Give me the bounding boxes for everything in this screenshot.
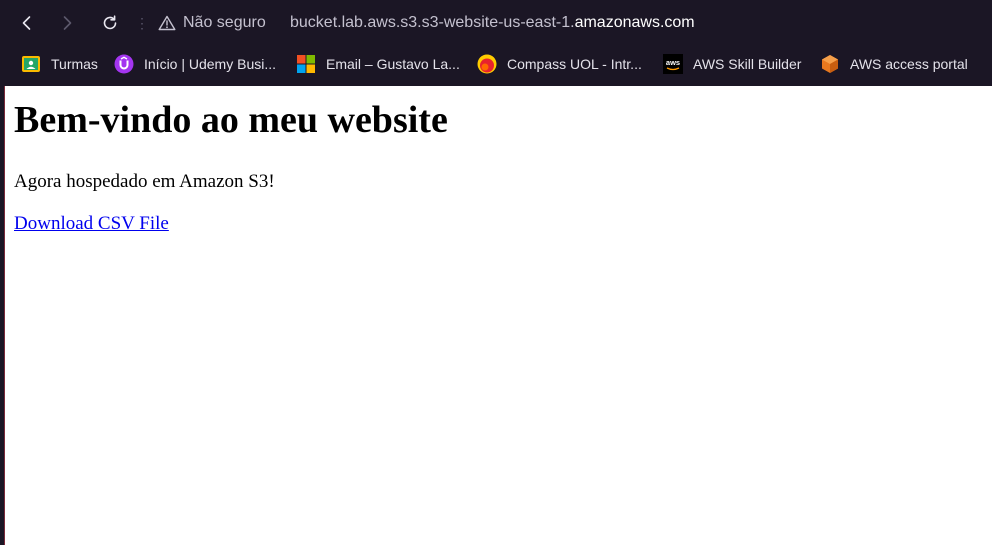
- aws-icon: aws: [663, 54, 683, 74]
- reload-button[interactable]: [94, 7, 126, 39]
- bookmark-udemy[interactable]: Início | Udemy Busi...: [114, 52, 276, 76]
- page-paragraph: Agora hospedado em Amazon S3!: [14, 171, 275, 192]
- bookmark-label: Início | Udemy Busi...: [144, 56, 277, 72]
- bookmark-aws-access-portal[interactable]: AWS access portal: [820, 52, 968, 76]
- back-button[interactable]: [11, 7, 43, 39]
- compass-uol-icon: [477, 54, 497, 74]
- url-prefix: bucket.lab.aws.s3.s3-website-us-east-1.: [290, 14, 575, 31]
- bookmark-label: AWS Skill Builder: [693, 56, 802, 72]
- bookmark-label: Email – Gustavo La...: [326, 56, 460, 72]
- url-text[interactable]: bucket.lab.aws.s3.s3-website-us-east-1. a…: [290, 4, 695, 42]
- address-bar[interactable]: Não seguro bucket.lab.aws.s3.s3-website-…: [150, 4, 980, 42]
- download-csv-link[interactable]: Download CSV File: [14, 212, 169, 236]
- navigation-bar: ⋮ Não seguro bucket.lab.aws.s3.s3-websit…: [0, 0, 992, 46]
- back-arrow-icon: [22, 16, 31, 30]
- bookmark-compass-uol[interactable]: Compass UOL - Intr...: [477, 52, 642, 76]
- forward-arrow-icon: [63, 16, 72, 30]
- aws-cube-icon: [822, 55, 838, 73]
- url-domain: amazonaws.com: [574, 14, 695, 31]
- svg-text:aws: aws: [666, 58, 680, 67]
- warning-triangle-icon: [158, 15, 176, 31]
- udemy-icon: [114, 54, 134, 74]
- page-heading: Bem-vindo ao meu website: [14, 99, 448, 141]
- forward-button[interactable]: [51, 7, 83, 39]
- reload-icon: [103, 15, 117, 30]
- bookmark-email[interactable]: Email – Gustavo La...: [296, 52, 460, 76]
- google-classroom-icon: [22, 56, 40, 72]
- page-content: Bem-vindo ao meu website Agora hospedado…: [14, 86, 448, 236]
- browser-chrome: ⋮ Não seguro bucket.lab.aws.s3.s3-websit…: [0, 0, 992, 86]
- security-indicator[interactable]: Não seguro: [158, 4, 266, 42]
- bookmark-label: Turmas: [51, 56, 98, 72]
- page-viewport: Bem-vindo ao meu website Agora hospedado…: [4, 86, 992, 545]
- bookmark-turmas[interactable]: Turmas: [21, 52, 98, 76]
- security-label: Não seguro: [183, 14, 266, 31]
- toolbar-separator: ⋮: [135, 15, 149, 31]
- bookmark-label: Compass UOL - Intr...: [507, 56, 642, 72]
- bookmark-aws-skill-builder[interactable]: aws AWS Skill Builder: [663, 52, 801, 76]
- bookmark-label: AWS access portal: [850, 56, 968, 72]
- bookmarks-bar: Turmas Início | Udemy Busi... Email – Gu…: [0, 46, 992, 82]
- microsoft-icon: [297, 55, 315, 73]
